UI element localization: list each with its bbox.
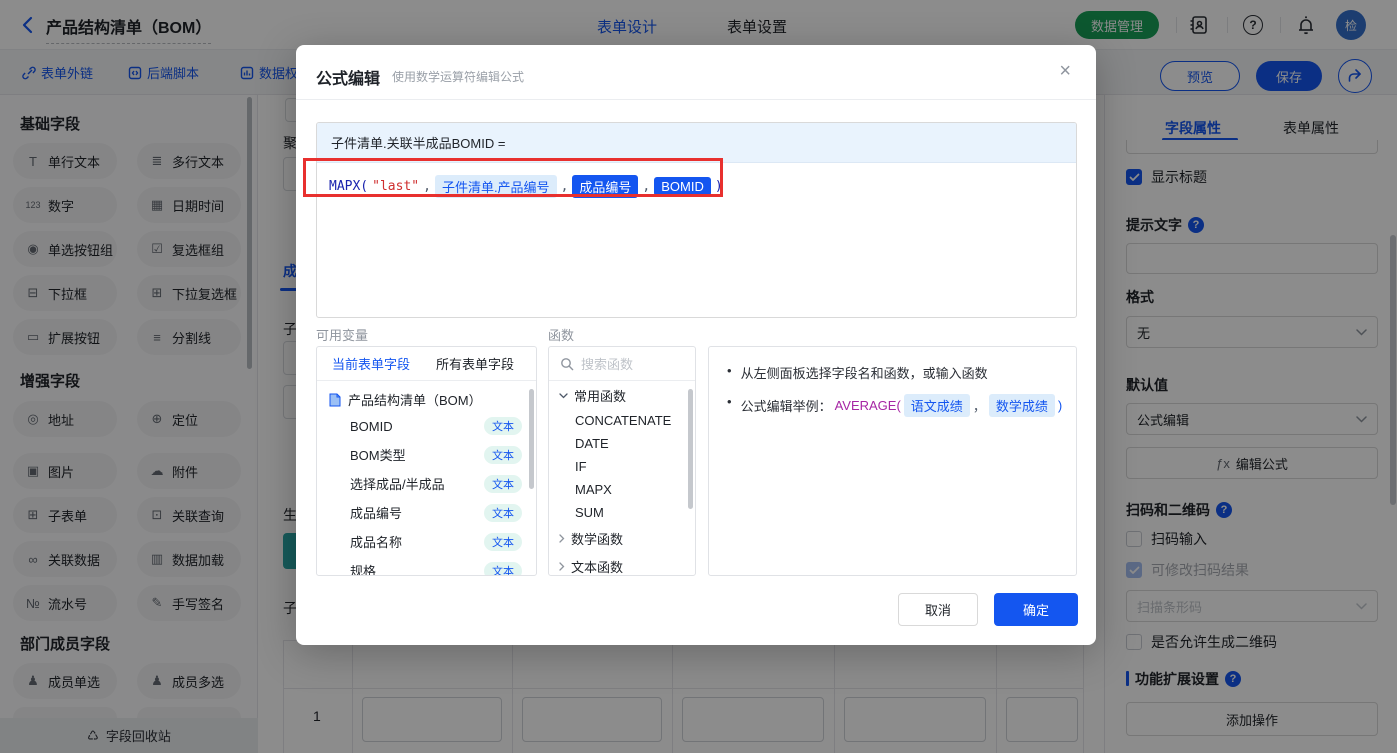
function-group-math[interactable]: 数学函数: [549, 524, 695, 552]
function-group-text[interactable]: 文本函数: [549, 552, 695, 576]
formula-string-arg: "last": [372, 179, 419, 194]
formula-field-chip[interactable]: 子件清单.产品编号: [435, 175, 557, 198]
functions-panel: 搜索函数 常用函数 CONCATENATE DATE IF MAPX SUM 数…: [548, 346, 696, 576]
formula-field-chip-selected[interactable]: BOMID: [654, 177, 711, 196]
field-type-badge: 文本: [484, 562, 522, 577]
variable-field-row[interactable]: 成品名称文本: [317, 527, 536, 556]
function-search[interactable]: 搜索函数: [549, 347, 695, 381]
variables-panel: 当前表单字段 所有表单字段 产品结构清单（BOM） BOMID文本 BOM类型文…: [316, 346, 537, 576]
variable-field-row[interactable]: BOMID文本: [317, 412, 536, 440]
hint-line-1: 从左侧面板选择字段名和函数，或输入函数: [709, 363, 1076, 382]
close-icon[interactable]: ×: [1059, 60, 1071, 83]
field-type-badge: 文本: [484, 417, 522, 435]
chevron-right-icon: [559, 562, 565, 571]
function-item[interactable]: SUM: [549, 501, 695, 524]
hint-line-2: 公式编辑举例：AVERAGE( 语文成绩 ， 数学成绩 ): [709, 394, 1076, 417]
variables-tree-root[interactable]: 产品结构清单（BOM）: [317, 381, 536, 412]
formula-expression[interactable]: MAPX("last", 子件清单.产品编号 , 成品编号 , BOMID ): [317, 163, 1076, 198]
formula-close-paren: ): [715, 179, 723, 194]
variables-label: 可用变量: [316, 325, 368, 344]
formula-target: 子件清单.关联半成品BOMID =: [317, 123, 1076, 163]
variable-field-row[interactable]: 成品编号文本: [317, 498, 536, 527]
variables-scrollbar[interactable]: [529, 389, 534, 489]
field-type-badge: 文本: [484, 533, 522, 551]
example-field-chip: 语文成绩: [904, 394, 970, 417]
hints-panel: 从左侧面板选择字段名和函数，或输入函数 公式编辑举例：AVERAGE( 语文成绩…: [708, 346, 1077, 576]
function-item[interactable]: IF: [549, 455, 695, 478]
variable-field-row[interactable]: BOM类型文本: [317, 440, 536, 469]
functions-scrollbar[interactable]: [688, 389, 693, 509]
divider: [296, 99, 1096, 100]
app-root: 产品结构清单（BOM） 表单设计 表单设置 数据管理 ? 检 表单外链: [0, 0, 1397, 753]
field-type-badge: 文本: [484, 446, 522, 464]
function-item[interactable]: DATE: [549, 432, 695, 455]
formula-field-chip-selected[interactable]: 成品编号: [572, 175, 638, 198]
example-function-name: AVERAGE(: [835, 398, 901, 413]
formula-editor-box[interactable]: 子件清单.关联半成品BOMID = MAPX("last", 子件清单.产品编号…: [316, 122, 1077, 318]
search-icon: [560, 357, 574, 371]
function-group-common[interactable]: 常用函数: [549, 381, 695, 409]
formula-function-open: MAPX(: [329, 179, 368, 194]
modal-subtitle: 使用数学运算符编辑公式: [392, 68, 524, 85]
formula-editor-modal: 公式编辑 使用数学运算符编辑公式 × 子件清单.关联半成品BOMID = MAP…: [296, 45, 1096, 645]
cancel-button[interactable]: 取消: [898, 593, 978, 626]
function-item[interactable]: CONCATENATE: [549, 409, 695, 432]
example-field-chip: 数学成绩: [989, 394, 1055, 417]
document-icon: [329, 393, 341, 407]
search-placeholder: 搜索函数: [581, 354, 633, 373]
functions-label: 函数: [548, 325, 574, 344]
chevron-down-icon: [559, 393, 568, 399]
field-type-badge: 文本: [484, 504, 522, 522]
chevron-right-icon: [559, 534, 565, 543]
function-item[interactable]: MAPX: [549, 478, 695, 501]
field-type-badge: 文本: [484, 475, 522, 493]
variable-field-row[interactable]: 选择成品/半成品文本: [317, 469, 536, 498]
confirm-button[interactable]: 确定: [994, 593, 1078, 626]
tab-current-form-fields[interactable]: 当前表单字段: [332, 354, 410, 373]
variable-field-row[interactable]: 规格文本: [317, 556, 536, 576]
modal-title: 公式编辑: [316, 65, 380, 89]
tab-all-form-fields[interactable]: 所有表单字段: [436, 354, 514, 373]
variables-tabs: 当前表单字段 所有表单字段: [317, 347, 536, 381]
